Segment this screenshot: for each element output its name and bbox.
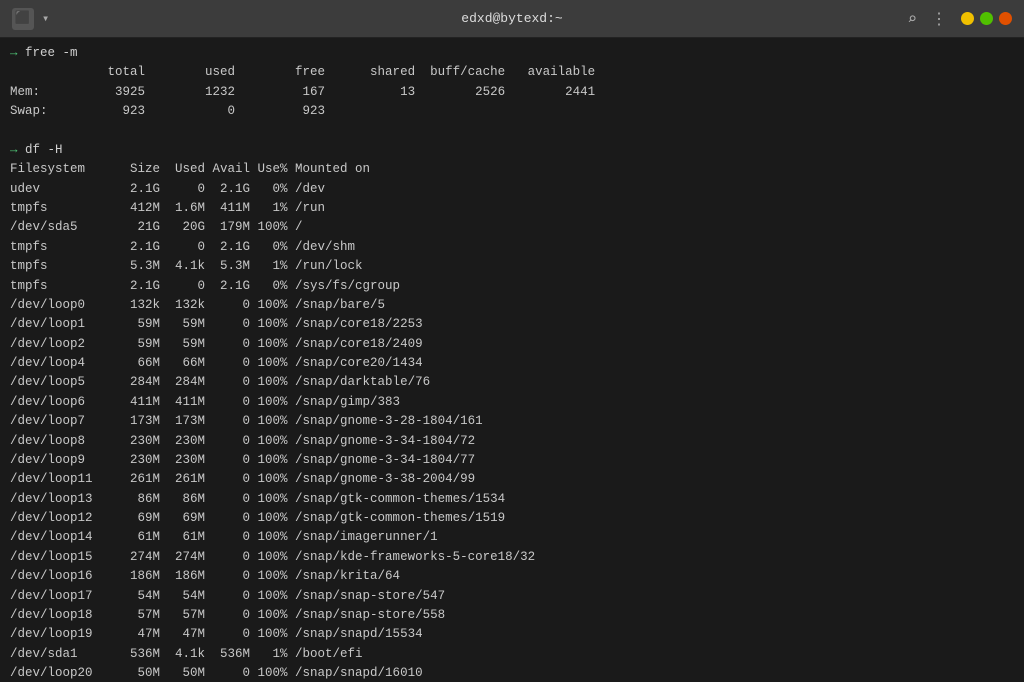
terminal-line: tmpfs 2.1G 0 2.1G 0% /dev/shm — [10, 238, 1014, 257]
terminal-line: /dev/loop13 86M 86M 0 100% /snap/gtk-com… — [10, 490, 1014, 509]
titlebar-left: ⬛ ▾ — [12, 8, 49, 30]
terminal-line: /dev/loop14 61M 61M 0 100% /snap/imageru… — [10, 528, 1014, 547]
command-text: free -m — [25, 46, 78, 60]
terminal-line: /dev/loop16 186M 186M 0 100% /snap/krita… — [10, 567, 1014, 586]
terminal-line: Mem: 3925 1232 167 13 2526 2441 — [10, 83, 1014, 102]
terminal-icon: ⬛ — [12, 8, 34, 30]
terminal-line: /dev/loop0 132k 132k 0 100% /snap/bare/5 — [10, 296, 1014, 315]
terminal-line: Swap: 923 0 923 — [10, 102, 1014, 121]
terminal-line: /dev/loop18 57M 57M 0 100% /snap/snap-st… — [10, 606, 1014, 625]
prompt-symbol: → — [10, 46, 25, 60]
terminal-line: /dev/loop2 59M 59M 0 100% /snap/core18/2… — [10, 335, 1014, 354]
terminal-line: Filesystem Size Used Avail Use% Mounted … — [10, 160, 1014, 179]
terminal-line: /dev/loop1 59M 59M 0 100% /snap/core18/2… — [10, 315, 1014, 334]
prompt-symbol: → — [10, 143, 25, 157]
terminal-line: /dev/loop19 47M 47M 0 100% /snap/snapd/1… — [10, 625, 1014, 644]
terminal-line: tmpfs 2.1G 0 2.1G 0% /sys/fs/cgroup — [10, 277, 1014, 296]
terminal-line: total used free shared buff/cache availa… — [10, 63, 1014, 82]
terminal-line: /dev/sda1 536M 4.1k 536M 1% /boot/efi — [10, 645, 1014, 664]
terminal-line: tmpfs 412M 1.6M 411M 1% /run — [10, 199, 1014, 218]
terminal-line: /dev/loop17 54M 54M 0 100% /snap/snap-st… — [10, 587, 1014, 606]
maximize-button[interactable] — [980, 12, 993, 25]
window-title: edxd@bytexd:~ — [461, 11, 562, 26]
menu-icon[interactable]: ⋮ — [931, 9, 947, 29]
terminal-line: /dev/loop12 69M 69M 0 100% /snap/gtk-com… — [10, 509, 1014, 528]
terminal-line: /dev/loop8 230M 230M 0 100% /snap/gnome-… — [10, 432, 1014, 451]
close-button[interactable] — [999, 12, 1012, 25]
minimize-button[interactable] — [961, 12, 974, 25]
terminal-line: → free -m — [10, 44, 1014, 63]
terminal-line: tmpfs 5.3M 4.1k 5.3M 1% /run/lock — [10, 257, 1014, 276]
terminal-line: /dev/loop9 230M 230M 0 100% /snap/gnome-… — [10, 451, 1014, 470]
titlebar: ⬛ ▾ edxd@bytexd:~ ⌕ ⋮ — [0, 0, 1024, 38]
terminal-line: /dev/loop11 261M 261M 0 100% /snap/gnome… — [10, 470, 1014, 489]
terminal-line: udev 2.1G 0 2.1G 0% /dev — [10, 180, 1014, 199]
titlebar-dropdown[interactable]: ▾ — [42, 11, 49, 26]
terminal-line — [10, 122, 1014, 141]
terminal-content[interactable]: → free -m total used free shared buff/ca… — [0, 38, 1024, 682]
terminal-line: /dev/loop15 274M 274M 0 100% /snap/kde-f… — [10, 548, 1014, 567]
terminal-line: /dev/loop6 411M 411M 0 100% /snap/gimp/3… — [10, 393, 1014, 412]
terminal-line: → df -H — [10, 141, 1014, 160]
terminal-line: /dev/loop5 284M 284M 0 100% /snap/darkta… — [10, 373, 1014, 392]
terminal-line: /dev/sda5 21G 20G 179M 100% / — [10, 218, 1014, 237]
command-text: df -H — [25, 143, 63, 157]
window-controls — [961, 12, 1012, 25]
terminal-line: /dev/loop4 66M 66M 0 100% /snap/core20/1… — [10, 354, 1014, 373]
search-icon[interactable]: ⌕ — [907, 9, 917, 29]
terminal-line: /dev/loop7 173M 173M 0 100% /snap/gnome-… — [10, 412, 1014, 431]
terminal-line: /dev/loop20 50M 50M 0 100% /snap/snapd/1… — [10, 664, 1014, 682]
titlebar-right: ⌕ ⋮ — [907, 9, 1012, 29]
